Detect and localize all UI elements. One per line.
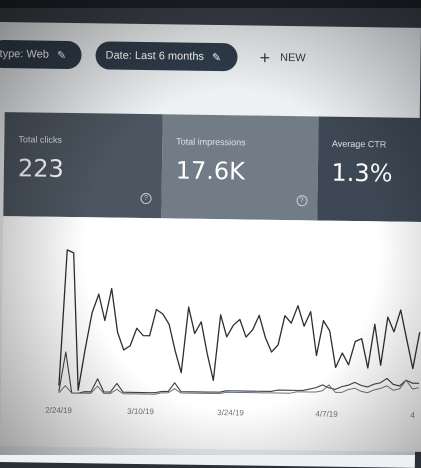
average-ctr-label: Average CTR [331,138,387,150]
performance-chart-card: 2/24/19 3/10/19 3/24/19 4/7/19 4 [0,216,421,453]
total-clicks-value: 223 [17,154,64,183]
screen: type: Web ✎ Date: Last 6 months ✎ + NEW … [0,22,421,468]
total-impressions-value: 17.6K [175,156,246,186]
average-ctr-value: 1.3% [331,158,393,188]
total-impressions-tile[interactable]: Total impressions 17.6K ? [161,114,319,221]
average-ctr-tile[interactable]: Average CTR 1.3% [316,116,421,222]
x-tick-label: 4/7/19 [315,409,338,418]
total-clicks-label: Total clicks [18,134,62,145]
total-impressions-label: Total impressions [176,136,246,148]
performance-chart: 2/24/19 3/10/19 3/24/19 4/7/19 4 [45,249,421,420]
total-clicks-tile[interactable]: Total clicks 223 ? [3,112,163,219]
x-tick-label: 2/24/19 [45,406,72,415]
pencil-icon[interactable]: ✎ [57,48,66,61]
series-line-1 [58,249,421,391]
new-filter-label: NEW [279,51,306,65]
metric-tiles: Total clicks 223 ? Total impressions 17.… [3,112,421,222]
filter-bar: type: Web ✎ Date: Last 6 months ✎ + NEW [0,36,421,78]
help-icon[interactable]: ? [140,192,152,205]
new-filter-button[interactable]: + NEW [259,47,306,68]
search-type-filter-label: type: Web [0,47,49,61]
pencil-icon[interactable]: ✎ [212,50,221,63]
x-tick-label: 4 [410,411,415,420]
date-filter-label: Date: Last 6 months [105,49,205,63]
plus-icon: + [259,47,271,68]
help-icon[interactable]: ? [296,195,308,207]
x-tick-label: 3/10/19 [127,407,154,416]
date-filter-chip[interactable]: Date: Last 6 months ✎ [95,41,238,72]
search-type-filter-chip[interactable]: type: Web ✎ [0,39,82,70]
x-tick-label: 3/24/19 [217,408,244,417]
